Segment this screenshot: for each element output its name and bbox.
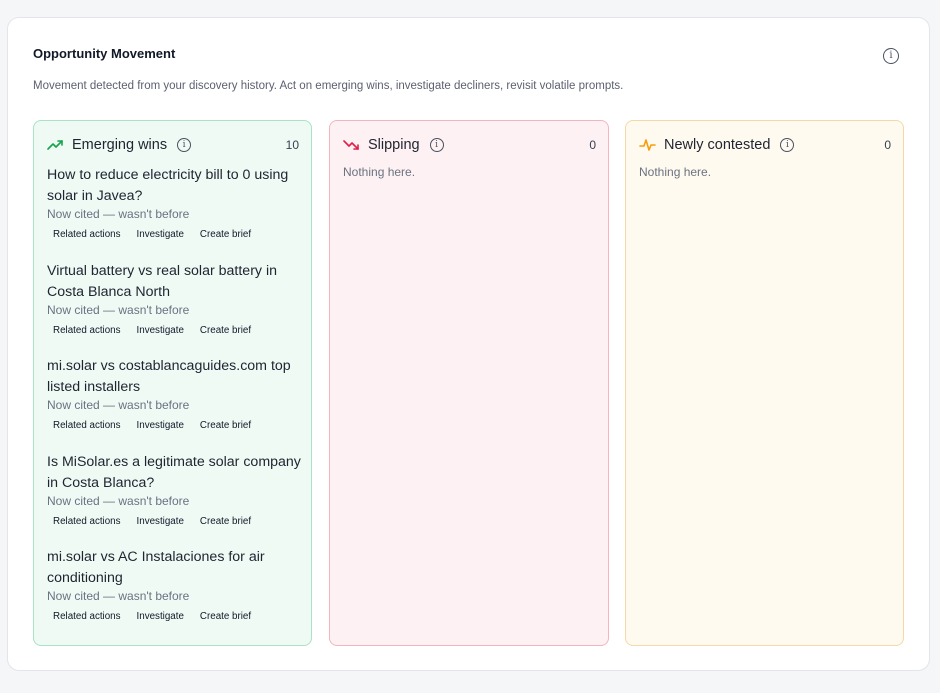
create-brief-button[interactable]: Create brief [200, 324, 251, 338]
column-count: 0 [884, 138, 891, 152]
investigate-button[interactable]: Investigate [137, 610, 184, 624]
item-question[interactable]: mi.solar vs costablancaguides.com top li… [47, 356, 305, 398]
item-question[interactable]: Virtual battery vs real solar battery in… [47, 261, 305, 303]
list-item: mi.solar vs AC Instalaciones for air con… [47, 547, 305, 643]
list-item: Virtual battery vs real solar battery in… [47, 261, 305, 357]
slipping-column: Slipping i 0 Nothing here. [329, 120, 609, 646]
related-actions-button[interactable]: Related actions [53, 324, 121, 338]
investigate-button[interactable]: Investigate [137, 228, 184, 242]
activity-icon [639, 139, 656, 151]
trending-up-icon [47, 140, 63, 150]
empty-state: Nothing here. [343, 165, 416, 179]
item-meta: Now cited — wasn't before [47, 398, 190, 412]
create-brief-button[interactable]: Create brief [200, 610, 251, 624]
investigate-button[interactable]: Investigate [137, 515, 184, 529]
list-item: Is MiSolar.es a legitimate solar company… [47, 452, 305, 548]
related-actions-button[interactable]: Related actions [53, 515, 121, 529]
item-actions: Related actions Investigate Create brief [47, 324, 305, 338]
list-item: mi.solar vs costablancaguides.com top li… [47, 356, 305, 452]
newly-contested-column: Newly contested i 0 Nothing here. [625, 120, 904, 646]
column-title: Newly contested [664, 137, 771, 153]
column-header: Newly contested i 0 [639, 135, 891, 155]
column-title: Slipping [368, 137, 420, 153]
create-brief-button[interactable]: Create brief [200, 228, 251, 242]
card-title: Opportunity Movement [33, 46, 176, 61]
item-question[interactable]: How to reduce electricity bill to 0 usin… [47, 165, 305, 207]
item-actions: Related actions Investigate Create brief [47, 610, 305, 624]
item-question[interactable]: mi.solar vs AC Instalaciones for air con… [47, 547, 305, 589]
item-meta: Now cited — wasn't before [47, 207, 190, 221]
related-actions-button[interactable]: Related actions [53, 228, 121, 242]
empty-state: Nothing here. [639, 165, 712, 179]
opportunity-movement-card: Opportunity Movement i Movement detected… [7, 17, 930, 671]
card-subtitle: Movement detected from your discovery hi… [33, 80, 624, 92]
item-actions: Related actions Investigate Create brief [47, 515, 305, 529]
item-actions: Related actions Investigate Create brief [47, 228, 305, 242]
related-actions-button[interactable]: Related actions [53, 610, 121, 624]
investigate-button[interactable]: Investigate [137, 324, 184, 338]
trending-down-icon [343, 140, 359, 150]
item-question[interactable]: Is MiSolar.es a legitimate solar company… [47, 452, 305, 494]
create-brief-button[interactable]: Create brief [200, 515, 251, 529]
info-icon[interactable]: i [883, 48, 899, 64]
create-brief-button[interactable]: Create brief [200, 419, 251, 433]
item-meta: Now cited — wasn't before [47, 589, 190, 603]
column-header: Emerging wins i 10 [47, 135, 299, 155]
column-header: Slipping i 0 [343, 135, 596, 155]
info-icon[interactable]: i [780, 138, 795, 152]
item-meta: Now cited — wasn't before [47, 302, 190, 317]
list-item: How to reduce electricity bill to 0 usin… [47, 165, 305, 261]
item-list: How to reduce electricity bill to 0 usin… [47, 165, 305, 643]
info-icon[interactable]: i [177, 138, 192, 152]
column-count: 10 [285, 138, 299, 152]
related-actions-button[interactable]: Related actions [53, 419, 121, 433]
item-actions: Related actions Investigate Create brief [47, 419, 305, 433]
investigate-button[interactable]: Investigate [137, 419, 184, 433]
info-icon[interactable]: i [429, 138, 444, 152]
emerging-wins-column: Emerging wins i 10 How to reduce electri… [33, 120, 312, 646]
item-meta: Now cited — wasn't before [47, 493, 190, 508]
column-title: Emerging wins [72, 137, 168, 153]
column-count: 0 [589, 138, 596, 152]
